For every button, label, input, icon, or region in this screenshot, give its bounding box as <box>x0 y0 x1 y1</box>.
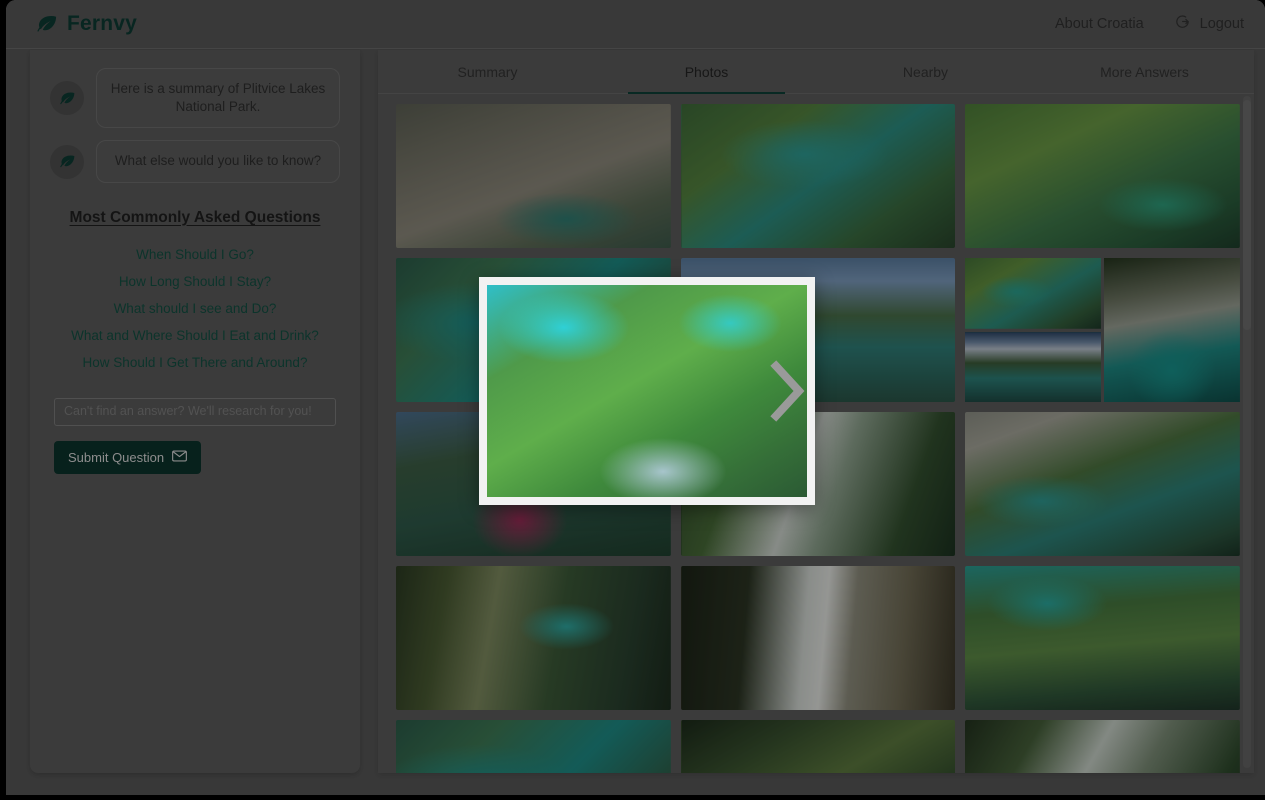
logout-label: Logout <box>1200 16 1244 32</box>
sidebar-panel: Here is a summary of Plitvice Lakes Nati… <box>30 50 360 773</box>
tab-summary[interactable]: Summary <box>378 50 597 93</box>
photo-teal-water-path[interactable] <box>396 720 671 773</box>
envelope-icon <box>172 450 187 465</box>
photo-forest-trees-falls[interactable] <box>396 566 671 710</box>
photo-lake-from-above[interactable] <box>965 566 1240 710</box>
submit-question-label: Submit Question <box>68 450 164 465</box>
submit-question-button[interactable]: Submit Question <box>54 441 201 474</box>
faq-item-how-long[interactable]: How Long Should I Stay? <box>30 268 360 295</box>
question-input[interactable] <box>54 398 336 426</box>
tab-nearby[interactable]: Nearby <box>816 50 1035 93</box>
chat-bubble-prompt: What else would you like to know? <box>96 140 340 182</box>
photo-bare-branches[interactable] <box>681 720 956 773</box>
app-window: Fernvy About Croatia Logout <box>6 0 1265 795</box>
photo-turquoise-lagoon[interactable] <box>681 104 956 248</box>
chevron-right-icon[interactable] <box>757 346 817 436</box>
gallery-scrollbar[interactable] <box>1243 96 1251 768</box>
gallery-scrollbar-thumb[interactable] <box>1243 100 1251 330</box>
chat-message: What else would you like to know? <box>30 140 360 182</box>
avatar <box>50 81 84 115</box>
faq-item-when-to-go[interactable]: When Should I Go? <box>30 241 360 268</box>
quad-left-column <box>965 258 1101 402</box>
brand-name: Fernvy <box>67 12 137 36</box>
photo-canyon-waterfall[interactable] <box>396 104 671 248</box>
brand-logo[interactable]: Fernvy <box>36 12 137 36</box>
tab-bar: Summary Photos Nearby More Answers <box>378 50 1254 94</box>
header-nav: About Croatia Logout <box>1055 13 1244 35</box>
avatar <box>50 145 84 179</box>
faq-item-get-around[interactable]: How Should I Get There and Around? <box>30 349 360 376</box>
faq-item-eat-and-drink[interactable]: What and Where Should I Eat and Drink? <box>30 322 360 349</box>
app-header: Fernvy About Croatia Logout <box>6 0 1265 49</box>
photo-forest-lake-overlook[interactable] <box>965 104 1240 248</box>
photo-quad-collage <box>965 258 1240 402</box>
photo-cliff-water[interactable] <box>1104 258 1240 402</box>
photo-boardwalk-aerial[interactable] <box>965 412 1240 556</box>
photo-lightbox <box>479 277 815 505</box>
photo-big-waterfall[interactable] <box>681 566 956 710</box>
about-croatia-link[interactable]: About Croatia <box>1055 16 1144 32</box>
chat-message: Here is a summary of Plitvice Lakes Nati… <box>30 68 360 128</box>
faq-list: When Should I Go? How Long Should I Stay… <box>30 241 360 376</box>
logout-circle-arrow-icon <box>1174 13 1191 35</box>
tab-photos[interactable]: Photos <box>597 50 816 93</box>
tab-more-answers[interactable]: More Answers <box>1035 50 1254 93</box>
logout-button[interactable]: Logout <box>1174 13 1244 35</box>
photo-boat-dock[interactable] <box>965 332 1101 403</box>
chat-bubble-summary: Here is a summary of Plitvice Lakes Nati… <box>96 68 340 128</box>
photo-green-pool[interactable] <box>965 258 1101 329</box>
photo-cascade-falls[interactable] <box>965 720 1240 773</box>
faq-item-see-and-do[interactable]: What should I see and Do? <box>30 295 360 322</box>
faq-heading: Most Commonly Asked Questions <box>30 209 360 227</box>
leaf-icon <box>36 14 58 34</box>
